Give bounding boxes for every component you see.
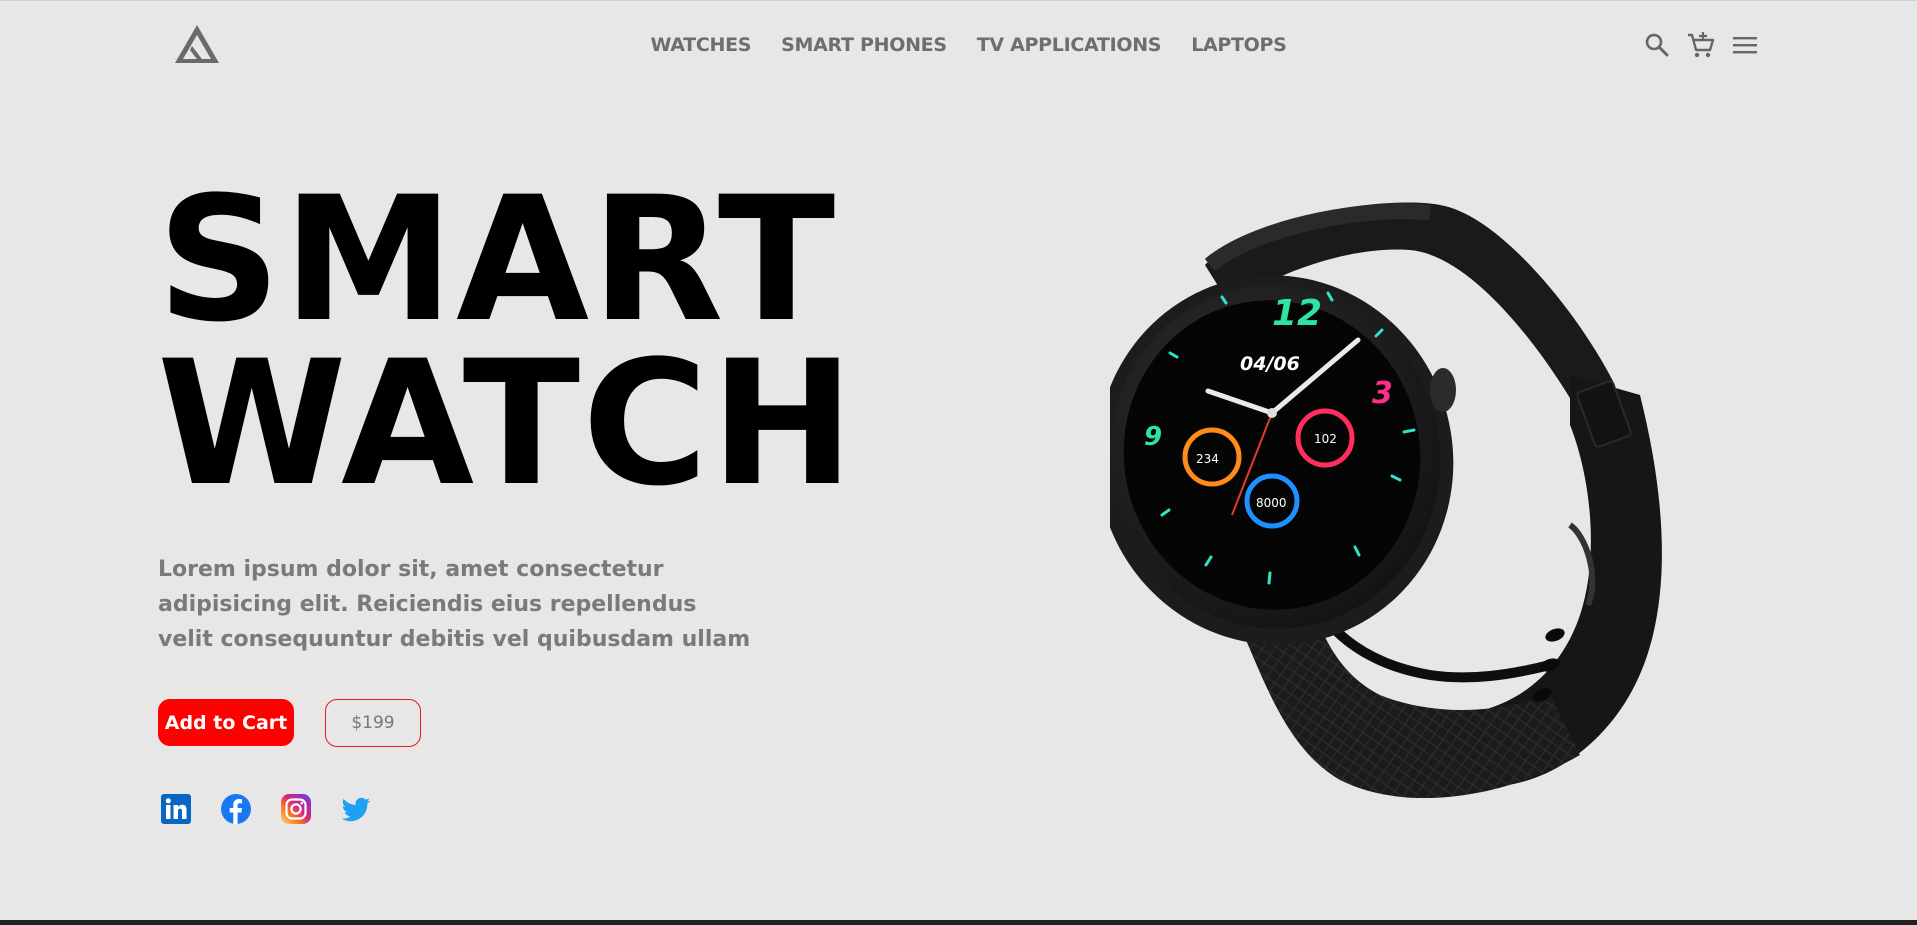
hero-title-line1: SMART <box>157 159 838 360</box>
nav-laptops[interactable]: LAPTOPS <box>1191 34 1287 56</box>
nav-smart-phones[interactable]: SMART PHONES <box>781 34 947 56</box>
menu-icon[interactable] <box>1730 30 1760 60</box>
hero-title: SMART WATCH <box>157 159 857 524</box>
hero-description: Lorem ipsum dolor sit, amet consectetur … <box>158 557 751 652</box>
dial-bottom: 8000 <box>1256 496 1287 510</box>
hero-title-line2: WATCH <box>157 323 857 524</box>
price-badge: $199 <box>325 699 421 747</box>
search-icon[interactable] <box>1642 30 1672 60</box>
dial-date: 04/06 <box>1240 353 1300 375</box>
dial-12: 12 <box>1272 293 1322 334</box>
dial-9: 9 <box>1144 422 1162 452</box>
linkedin-icon[interactable] <box>160 793 192 825</box>
main-nav: WATCHES SMART PHONES TV APPLICATIONS LAP… <box>0 34 1917 56</box>
facebook-icon[interactable] <box>220 793 252 825</box>
twitter-icon[interactable] <box>340 793 372 825</box>
dial-right: 102 <box>1314 432 1337 446</box>
nav-tv-applications[interactable]: TV APPLICATIONS <box>977 34 1162 56</box>
header-icons <box>1642 30 1760 60</box>
nav-watches[interactable]: WATCHES <box>650 34 751 56</box>
smartwatch-product-image: 12 3 9 04/06 234 102 8000 <box>1110 202 1662 799</box>
footer-bar <box>0 920 1917 925</box>
social-links <box>160 793 372 825</box>
instagram-icon[interactable] <box>280 793 312 825</box>
dial-3: 3 <box>1372 376 1393 411</box>
add-to-cart-button[interactable]: Add to Cart <box>158 699 294 746</box>
cart-icon[interactable] <box>1686 30 1716 60</box>
dial-left: 234 <box>1196 452 1219 466</box>
top-border <box>0 0 1917 1</box>
